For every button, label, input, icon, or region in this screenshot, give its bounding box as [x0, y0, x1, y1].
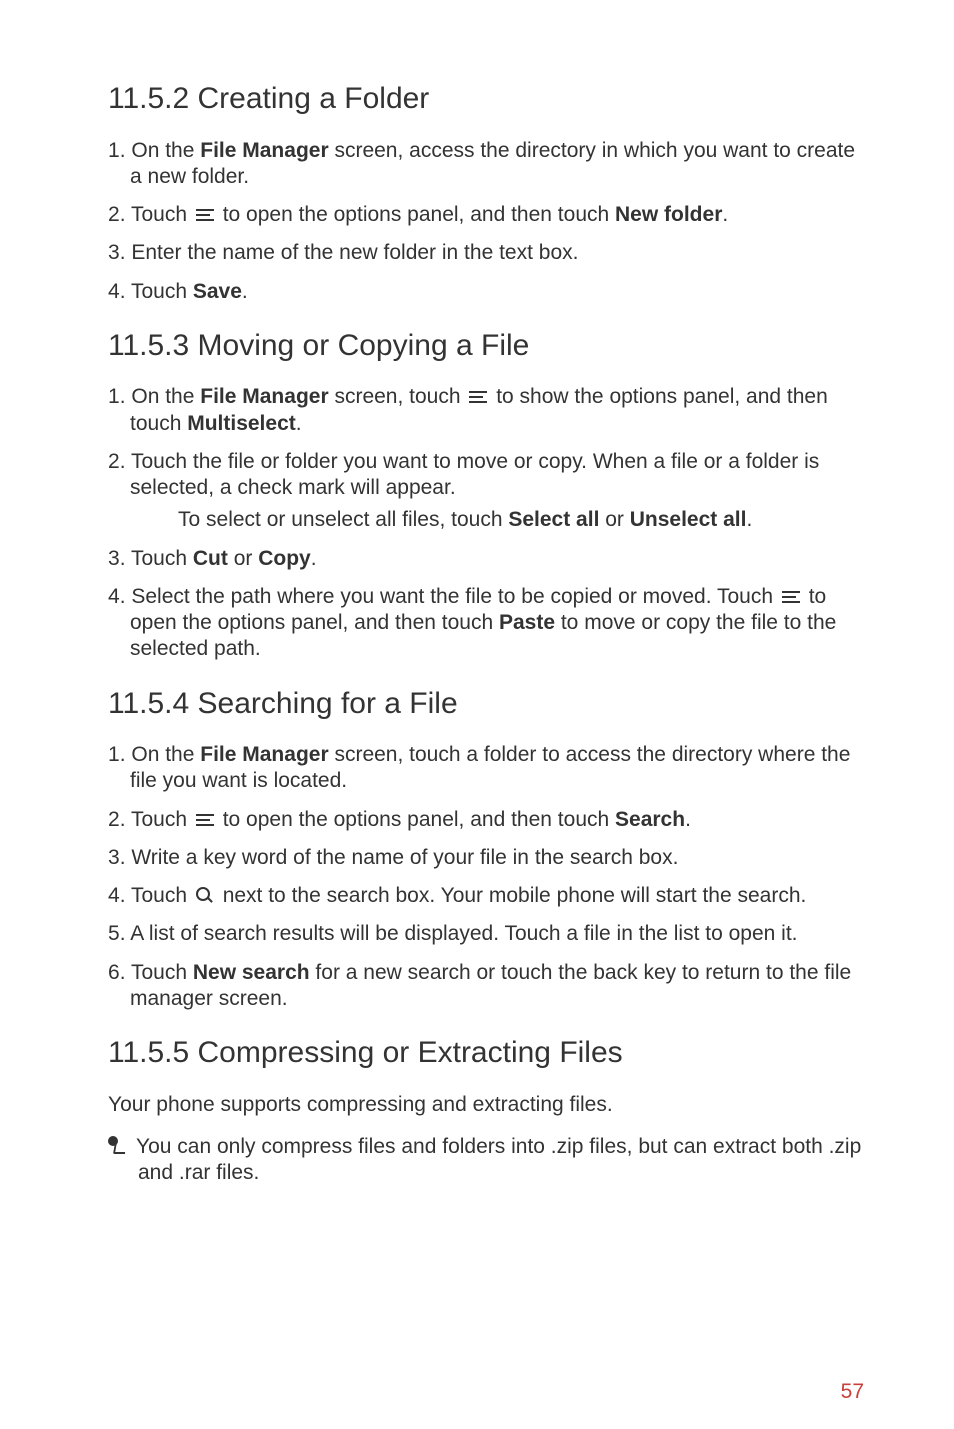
- note-callout: You can only compress files and folders …: [108, 1134, 864, 1187]
- menu-icon: [782, 589, 800, 605]
- heading-moving-copying: 11.5.3 Moving or Copying a File: [108, 327, 864, 365]
- step: Touch New search for a new search or tou…: [108, 960, 864, 1013]
- step: Touch to open the options panel, and the…: [108, 807, 864, 833]
- step: Touch to open the options panel, and the…: [108, 202, 864, 228]
- note-icon: [108, 1136, 128, 1156]
- menu-icon: [469, 389, 487, 405]
- menu-icon: [196, 812, 214, 828]
- step: On the File Manager screen, touch a fold…: [108, 742, 864, 795]
- heading-creating-folder: 11.5.2 Creating a Folder: [108, 80, 864, 118]
- step: Enter the name of the new folder in the …: [108, 240, 864, 266]
- search-icon: [196, 887, 214, 905]
- steps-creating-folder: On the File Manager screen, access the d…: [108, 138, 864, 305]
- step: Touch the file or folder you want to mov…: [108, 449, 864, 534]
- sub-note: To select or unselect all files, touch S…: [178, 507, 864, 533]
- page-number: 57: [841, 1379, 864, 1405]
- step: A list of search results will be display…: [108, 921, 864, 947]
- step: Touch Cut or Copy.: [108, 546, 864, 572]
- heading-searching: 11.5.4 Searching for a File: [108, 685, 864, 723]
- intro-text: Your phone supports compressing and extr…: [108, 1092, 864, 1118]
- steps-moving-copying: On the File Manager screen, touch to sho…: [108, 384, 864, 662]
- step: On the File Manager screen, access the d…: [108, 138, 864, 191]
- step: Select the path where you want the file …: [108, 584, 864, 663]
- heading-compressing: 11.5.5 Compressing or Extracting Files: [108, 1034, 864, 1072]
- step: Write a key word of the name of your fil…: [108, 845, 864, 871]
- step: On the File Manager screen, touch to sho…: [108, 384, 864, 437]
- steps-searching: On the File Manager screen, touch a fold…: [108, 742, 864, 1012]
- step: Touch Save.: [108, 279, 864, 305]
- menu-icon: [196, 207, 214, 223]
- step: Touch next to the search box. Your mobil…: [108, 883, 864, 909]
